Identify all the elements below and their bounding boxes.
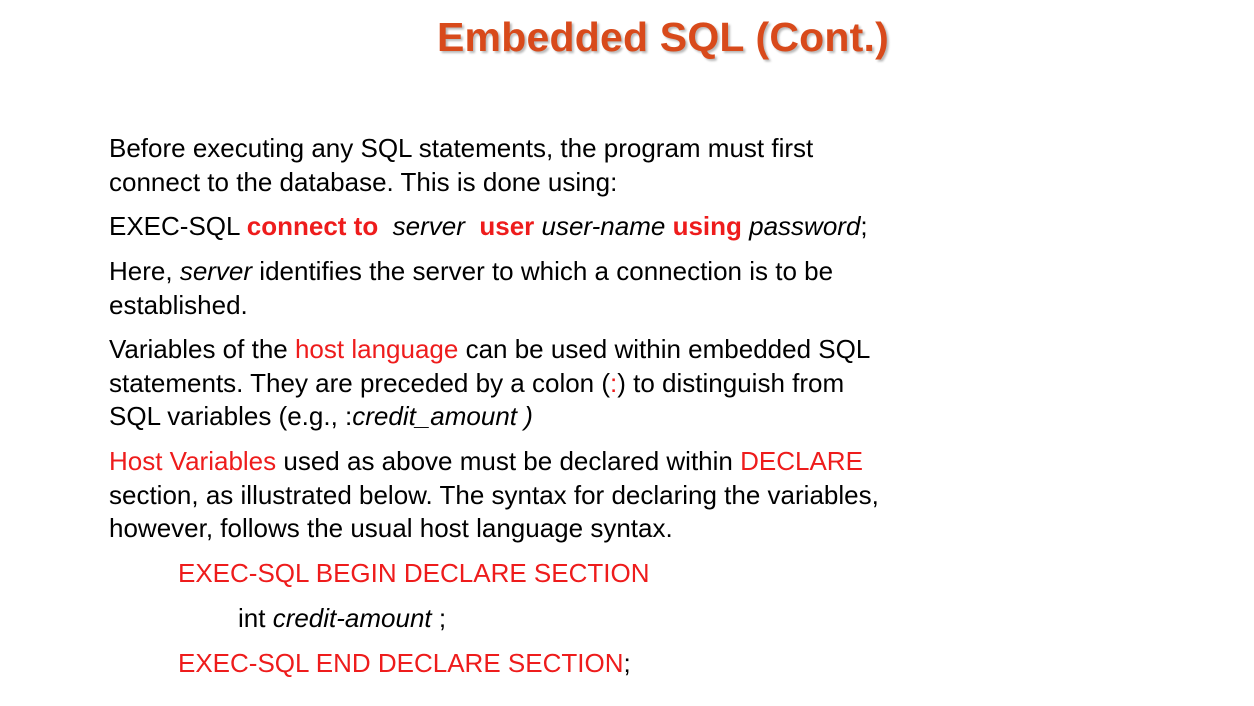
code-begin-declare: EXEC-SQL BEGIN DECLARE SECTION (178, 558, 650, 588)
placeholder-password: password (749, 211, 861, 241)
text-line: connect to the database. This is done us… (109, 166, 618, 197)
placeholder-user-name: user-name (541, 211, 666, 241)
text-here: Here, (109, 256, 180, 286)
exec-sql-prefix: EXEC-SQL (109, 211, 247, 241)
keyword-using: using (672, 211, 742, 241)
semicolon: ; (860, 211, 868, 241)
code-end-semicolon: ; (623, 648, 631, 678)
text-line: section, as illustrated below. The synta… (109, 479, 879, 510)
keyword-connect-to: connect to (246, 211, 379, 241)
term-server: server (179, 256, 253, 286)
code-end-text: EXEC-SQL END DECLARE SECTION (178, 648, 624, 678)
placeholder-server: server (392, 211, 465, 241)
code-int-semicolon: ; (431, 603, 447, 633)
text-line: Variables of the host language can be us… (109, 333, 1109, 367)
paragraph-server-explanation: Here, server identifies the server to wh… (109, 255, 1109, 322)
term-host-language: host language (294, 334, 459, 364)
code-int-keyword: int (238, 603, 273, 633)
term-host-variables: Host Variables (109, 446, 277, 476)
paragraph-connect-intro: Before executing any SQL statements, the… (109, 132, 1109, 199)
term-declare: DECLARE (740, 446, 863, 476)
text-span: ) to distinguish from (617, 367, 845, 398)
text-line: Here, server identifies the server to wh… (109, 255, 1109, 289)
slide-title: Embedded SQL (Cont.) (437, 14, 889, 60)
keyword-user: user (479, 211, 535, 241)
text-line: statements. They are preceded by a colon… (109, 367, 1109, 401)
text-line: however, follows the usual host language… (109, 513, 673, 543)
text-rest: identifies the server to which a connect… (252, 256, 834, 286)
code-int-declaration: int credit-amount ; (238, 602, 1238, 636)
paragraph-declare-section: Host Variables used as above must be dec… (109, 445, 1109, 546)
code-int-variable: credit-amount (272, 603, 432, 633)
example-variable: credit_amount ) (352, 401, 533, 431)
code-end-declare: EXEC-SQL END DECLARE SECTION; (178, 647, 1178, 681)
text-span: can be used within embedded SQL (458, 334, 871, 364)
text-span: SQL variables (e.g., : (109, 401, 353, 431)
text-span: used as above must be declared within (276, 446, 741, 476)
paragraph-host-variables: Variables of the host language can be us… (109, 333, 1109, 434)
text-span: statements. They are preceded by a colon… (109, 367, 611, 398)
text-line: Host Variables used as above must be dec… (109, 445, 1109, 479)
text-line: established. (109, 289, 248, 320)
text-span: Variables of the (109, 334, 295, 364)
connect-statement: EXEC-SQL connect to server user user-nam… (109, 210, 1109, 244)
text-line: SQL variables (e.g., :credit_amount ) (109, 400, 1109, 434)
text-line: Before executing any SQL statements, the… (109, 133, 814, 163)
